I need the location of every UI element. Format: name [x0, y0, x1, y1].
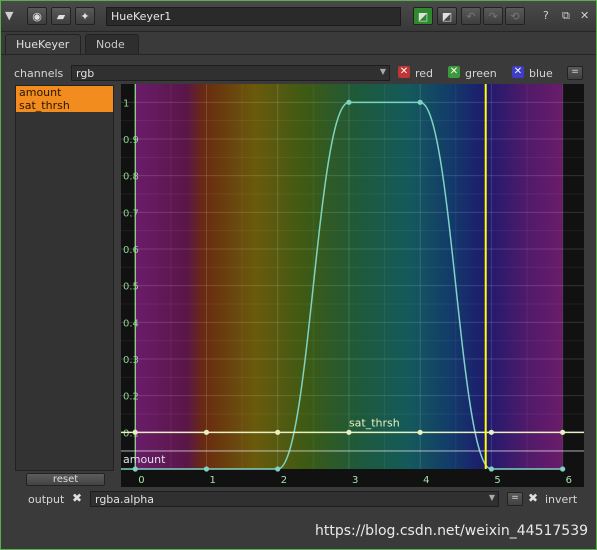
- y-tick-label: 0.4: [123, 318, 139, 329]
- redo-icon[interactable]: ↷: [483, 7, 503, 25]
- chevron-down-icon: ▼: [488, 493, 495, 502]
- undo-icon[interactable]: ↶: [461, 7, 481, 25]
- chevron-down-icon: ▼: [379, 67, 386, 76]
- reset-button[interactable]: reset: [26, 473, 105, 486]
- curve-item-amount[interactable]: amount: [16, 86, 113, 99]
- close-icon[interactable]: ✕: [580, 9, 589, 22]
- channels-label: channels: [14, 67, 64, 80]
- x-tick-label: 2: [281, 475, 287, 486]
- sat-thrsh-point: [275, 429, 281, 435]
- sat-thrsh-point: [132, 429, 138, 435]
- invert-label: invert: [545, 493, 578, 506]
- collapse-arrow-icon[interactable]: ▼: [5, 9, 13, 22]
- x-tick-label: 5: [494, 475, 500, 486]
- sat-thrsh-point: [560, 429, 566, 435]
- blue-checkbox[interactable]: ✕: [512, 66, 524, 78]
- red-label: red: [415, 67, 434, 80]
- amount-point: [417, 99, 423, 105]
- amount-point: [275, 466, 281, 472]
- tab-huekeyer[interactable]: HueKeyer: [5, 34, 81, 54]
- output-dropdown[interactable]: rgba.alpha ▼: [90, 491, 499, 507]
- settings-icon[interactable]: ✦: [75, 7, 95, 25]
- x-axis-ticks: 0 1 2 3 4 5 6: [138, 475, 572, 486]
- huekeyer-panel: ▼ ◉ ▰ ✦ HueKeyer1 ◩ ◩ ↶ ↷ ⟲ ? ⧉ ✕ HueKey…: [0, 0, 597, 550]
- amount-curve-label: amount: [123, 453, 166, 466]
- node-color-icon[interactable]: ◉: [27, 7, 47, 25]
- x-tick-label: 4: [423, 475, 429, 486]
- curve-item-sat-thrsh[interactable]: sat_thrsh: [16, 99, 113, 112]
- curve-graph[interactable]: 1 0.9 0.8 0.7 0.6 0.5 0.4 0.3 0.2 0.1 0123456 amo…: [121, 84, 584, 487]
- revert-icon[interactable]: ⟲: [505, 7, 525, 25]
- channels-value: rgb: [76, 67, 95, 80]
- channels-link-button[interactable]: =: [567, 66, 583, 80]
- y-tick-label: 0.9: [123, 135, 139, 146]
- amount-point: [488, 466, 494, 472]
- y-tick-label: 0.6: [123, 245, 139, 256]
- channels-dropdown[interactable]: rgb ▼: [71, 65, 390, 81]
- y-tick-label: 0.8: [123, 172, 139, 183]
- y-tick-label: 0.5: [123, 282, 139, 293]
- x-tick-label: 6: [566, 475, 572, 486]
- amount-point: [203, 466, 210, 472]
- sat-thrsh-point: [488, 429, 494, 435]
- float-icon[interactable]: ⧉: [562, 9, 570, 23]
- x-tick-label: 3: [352, 475, 358, 486]
- gl-color-button[interactable]: ◩: [437, 7, 457, 25]
- title-bar: ▼ ◉ ▰ ✦ HueKeyer1 ◩ ◩ ↶ ↷ ⟲ ? ⧉ ✕: [1, 1, 596, 32]
- viewer-icon[interactable]: ▰: [51, 7, 71, 25]
- y-tick-label: 1: [123, 98, 129, 109]
- amount-point: [346, 99, 352, 105]
- output-link-button[interactable]: =: [507, 492, 523, 506]
- x-tick-label: 1: [209, 475, 215, 486]
- help-icon[interactable]: ?: [543, 9, 549, 22]
- y-tick-label: 0.3: [123, 355, 139, 366]
- y-tick-label: 0.7: [123, 208, 139, 219]
- green-checkbox[interactable]: ✕: [448, 66, 460, 78]
- curve-graph-svg[interactable]: 10.90.80.70.60.50.40.30.20.1 0123456 amo…: [121, 84, 584, 487]
- red-checkbox[interactable]: ✕: [398, 66, 410, 78]
- sat-thrsh-point: [203, 429, 210, 435]
- green-label: green: [465, 67, 497, 80]
- tab-node[interactable]: Node: [85, 34, 139, 54]
- curve-list: amount sat_thrsh: [15, 85, 114, 471]
- output-link-icon[interactable]: ✖: [72, 491, 82, 505]
- output-value: rgba.alpha: [95, 493, 155, 506]
- invert-checkbox[interactable]: ✖: [528, 491, 538, 505]
- amount-point: [560, 466, 566, 472]
- tab-divider: [1, 54, 596, 55]
- output-label: output: [28, 493, 65, 506]
- y-tick-label: 0.2: [123, 392, 139, 403]
- node-name-field[interactable]: HueKeyer1: [106, 7, 401, 26]
- node-color-button[interactable]: ◩: [413, 7, 433, 25]
- x-tick-label: 0: [138, 475, 144, 486]
- blue-label: blue: [529, 67, 553, 80]
- watermark: https://blog.csdn.net/weixin_44517539: [315, 523, 589, 539]
- sat-thrsh-point: [346, 429, 352, 435]
- sat-thrsh-point: [417, 429, 423, 435]
- sat-thrsh-curve-label: sat_thrsh: [349, 416, 400, 429]
